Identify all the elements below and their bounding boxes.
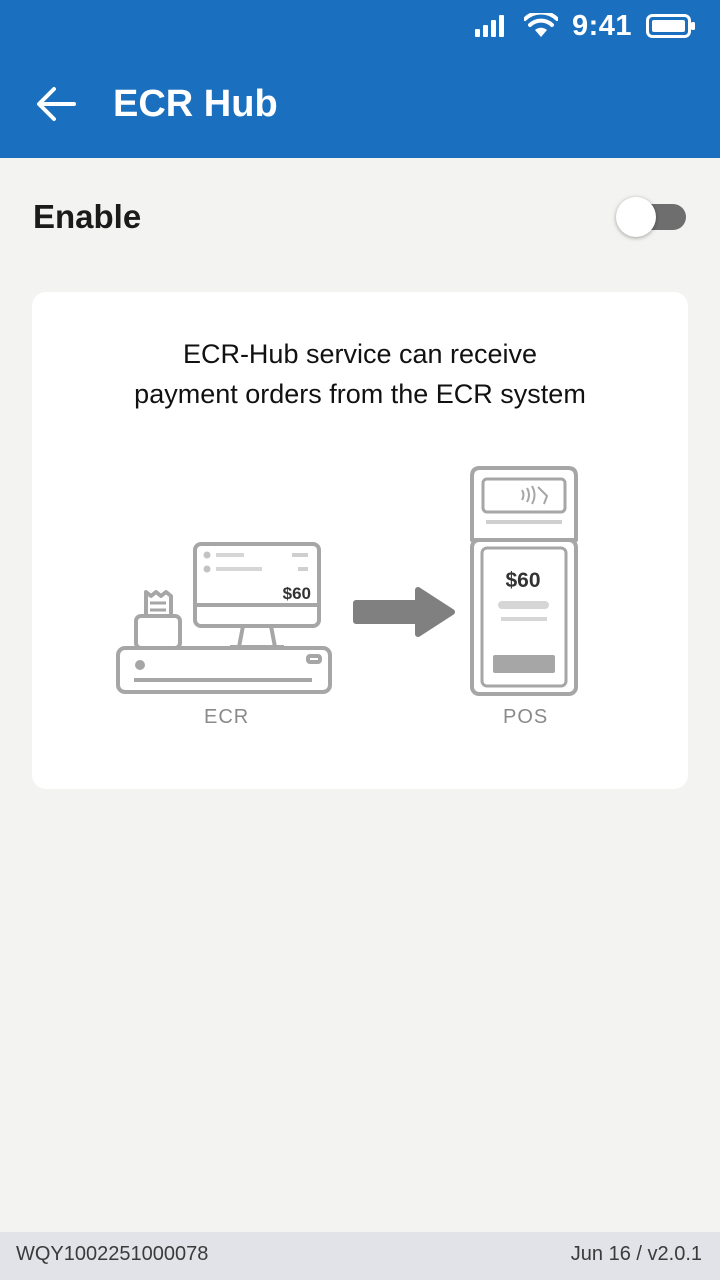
enable-label: Enable: [33, 198, 142, 235]
info-card: ECR-Hub service can receive payment orde…: [32, 292, 688, 789]
back-button[interactable]: [30, 82, 82, 126]
status-time: 9:41: [571, 9, 632, 42]
footer-bar: WQY1002251000078 Jun 16 / v2.0.1: [0, 1232, 720, 1280]
version-info: Jun 16 / v2.0.1: [570, 1243, 702, 1265]
page-title: ECR Hub: [113, 83, 278, 125]
battery-icon: [646, 14, 695, 38]
ecr-terminal-icon: [116, 542, 332, 694]
device-id: WQY1002251000078: [16, 1243, 209, 1265]
wifi-icon: [523, 13, 558, 37]
app-header: 9:41 ECR Hub: [0, 0, 720, 158]
status-bar: 9:41: [474, 8, 696, 44]
signal-icon: [474, 15, 504, 37]
ecr-to-pos-illustration: $60 $60: [116, 466, 578, 696]
enable-toggle[interactable]: [616, 197, 688, 237]
pos-caption: POS: [503, 706, 549, 728]
pos-price: $60: [505, 569, 540, 592]
arrow-left-icon: [37, 87, 76, 121]
arrow-right-icon: [353, 587, 455, 637]
toggle-knob: [616, 197, 656, 237]
ecr-caption: ECR: [204, 706, 250, 728]
ecr-price: $60: [283, 584, 311, 603]
enable-setting-row: Enable: [33, 190, 688, 244]
